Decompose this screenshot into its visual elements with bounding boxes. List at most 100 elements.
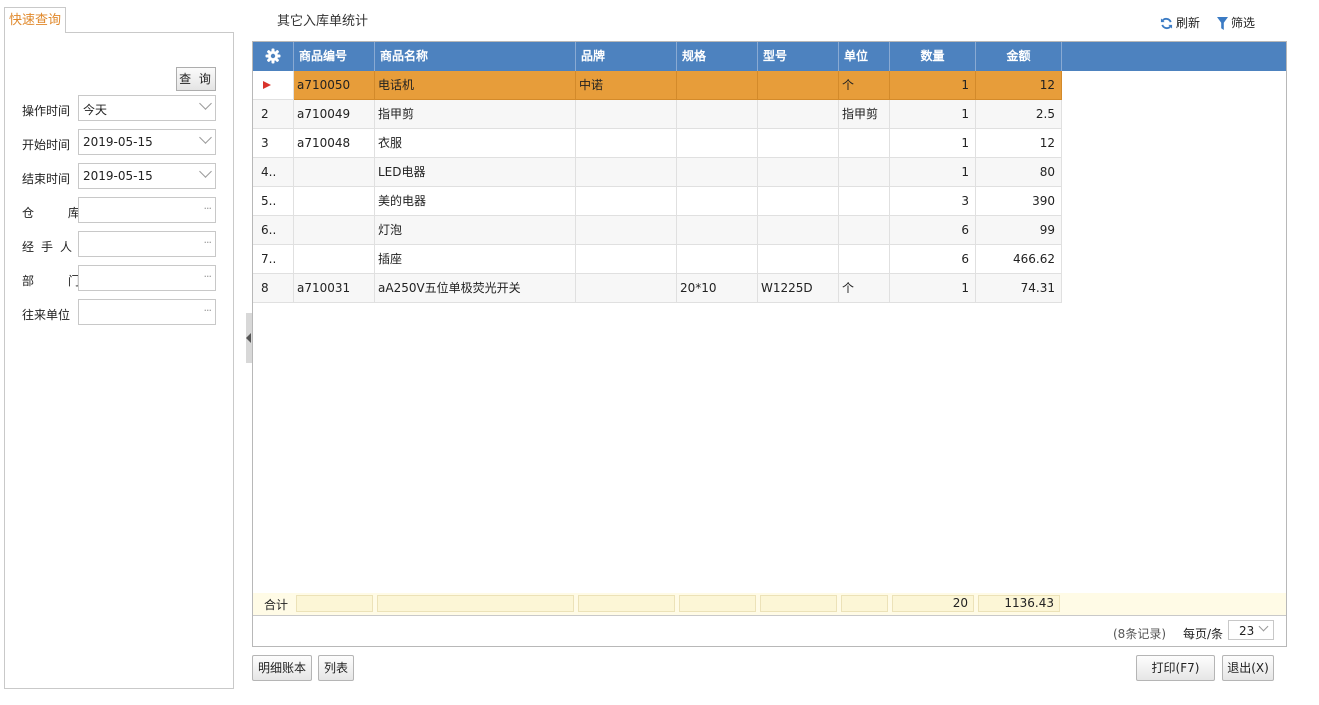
warehouse-picker[interactable]: ··· <box>78 197 216 223</box>
cell-idx[interactable]: 5.. <box>253 187 294 216</box>
table-row[interactable]: 6.. 灯泡 6 99 <box>253 216 1062 245</box>
cell-amount[interactable]: 74.31 <box>976 274 1062 303</box>
query-button[interactable]: 查 询 <box>176 67 216 91</box>
table-row[interactable]: 2 a710049 指甲剪 指甲剪 1 2.5 <box>253 100 1062 129</box>
cell-idx[interactable]: 3 <box>253 129 294 158</box>
operation-time-select[interactable]: 今天 <box>78 95 216 121</box>
ellipsis-icon[interactable]: ··· <box>204 270 212 283</box>
ellipsis-icon[interactable]: ··· <box>204 202 212 215</box>
cell-spec[interactable]: 20*10 <box>677 274 758 303</box>
cell-model[interactable] <box>758 245 839 274</box>
cell-amount[interactable]: 12 <box>976 71 1062 100</box>
table-row[interactable]: 8 a710031 aA250V五位单极荧光开关 20*10 W1225D 个 1 74.31 <box>253 274 1062 303</box>
column-header-unit[interactable]: 单位 <box>839 42 890 71</box>
handler-picker[interactable]: ··· <box>78 231 216 257</box>
cell-spec[interactable] <box>677 129 758 158</box>
cell-code[interactable]: a710050 <box>294 71 375 100</box>
cell-idx[interactable]: 4.. <box>253 158 294 187</box>
cell-idx[interactable]: 7.. <box>253 245 294 274</box>
cell-unit[interactable] <box>839 245 890 274</box>
cell-brand[interactable]: 中诺 <box>576 71 677 100</box>
cell-spec[interactable] <box>677 245 758 274</box>
cell-brand[interactable] <box>576 245 677 274</box>
cell-brand[interactable] <box>576 129 677 158</box>
column-header-spec[interactable]: 规格 <box>677 42 758 71</box>
start-date-input[interactable]: 2019-05-15 <box>78 129 216 155</box>
list-button[interactable]: 列表 <box>318 655 354 681</box>
cell-brand[interactable] <box>576 100 677 129</box>
cell-name[interactable]: 美的电器 <box>375 187 576 216</box>
cell-name[interactable]: aA250V五位单极荧光开关 <box>375 274 576 303</box>
cell-spec[interactable] <box>677 100 758 129</box>
cell-model[interactable] <box>758 129 839 158</box>
filter-button[interactable]: 筛选 <box>1217 14 1255 31</box>
column-settings-button[interactable] <box>253 42 294 71</box>
collapse-arrow-icon[interactable] <box>246 333 251 343</box>
table-row[interactable]: 3 a710048 衣服 1 12 <box>253 129 1062 158</box>
cell-qty[interactable]: 6 <box>890 216 976 245</box>
cell-brand[interactable] <box>576 187 677 216</box>
ellipsis-icon[interactable]: ··· <box>204 304 212 317</box>
cell-model[interactable] <box>758 71 839 100</box>
cell-model[interactable]: W1225D <box>758 274 839 303</box>
cell-amount[interactable]: 80 <box>976 158 1062 187</box>
cell-qty[interactable]: 1 <box>890 274 976 303</box>
cell-spec[interactable] <box>677 158 758 187</box>
column-header-amount[interactable]: 金额 <box>976 42 1062 71</box>
column-header-model[interactable]: 型号 <box>758 42 839 71</box>
cell-idx[interactable]: 8 <box>253 274 294 303</box>
table-row[interactable]: 5.. 美的电器 3 390 <box>253 187 1062 216</box>
per-page-select[interactable]: 23 <box>1228 620 1274 640</box>
cell-code[interactable]: a710031 <box>294 274 375 303</box>
cell-brand[interactable] <box>576 158 677 187</box>
end-date-input[interactable]: 2019-05-15 <box>78 163 216 189</box>
cell-name[interactable]: 指甲剪 <box>375 100 576 129</box>
column-header-code[interactable]: 商品编号 <box>294 42 375 71</box>
column-header-brand[interactable]: 品牌 <box>576 42 677 71</box>
column-header-qty[interactable]: 数量 <box>890 42 976 71</box>
tab-quick-query[interactable]: 快速查询 <box>4 7 66 33</box>
column-header-name[interactable]: 商品名称 <box>375 42 576 71</box>
cell-qty[interactable]: 1 <box>890 71 976 100</box>
cell-idx[interactable]: 2 <box>253 100 294 129</box>
cell-qty[interactable]: 1 <box>890 100 976 129</box>
ellipsis-icon[interactable]: ··· <box>204 236 212 249</box>
table-row[interactable]: a710050 电话机 中诺 个 1 12 <box>253 71 1062 100</box>
cell-unit[interactable]: 指甲剪 <box>839 100 890 129</box>
cell-qty[interactable]: 6 <box>890 245 976 274</box>
print-button[interactable]: 打印(F7) <box>1136 655 1215 681</box>
cell-unit[interactable]: 个 <box>839 71 890 100</box>
cell-code[interactable] <box>294 187 375 216</box>
cell-amount[interactable]: 390 <box>976 187 1062 216</box>
cell-code[interactable] <box>294 158 375 187</box>
cell-idx[interactable] <box>253 71 294 100</box>
cell-unit[interactable] <box>839 216 890 245</box>
cell-model[interactable] <box>758 158 839 187</box>
cell-spec[interactable] <box>677 71 758 100</box>
cell-code[interactable]: a710049 <box>294 100 375 129</box>
cell-amount[interactable]: 466.62 <box>976 245 1062 274</box>
cell-unit[interactable] <box>839 187 890 216</box>
cell-qty[interactable]: 1 <box>890 158 976 187</box>
table-row[interactable]: 7.. 插座 6 466.62 <box>253 245 1062 274</box>
cell-name[interactable]: LED电器 <box>375 158 576 187</box>
cell-model[interactable] <box>758 187 839 216</box>
cell-qty[interactable]: 3 <box>890 187 976 216</box>
cell-unit[interactable] <box>839 129 890 158</box>
cell-brand[interactable] <box>576 274 677 303</box>
department-picker[interactable]: ··· <box>78 265 216 291</box>
refresh-button[interactable]: 刷新 <box>1160 14 1200 31</box>
cell-amount[interactable]: 12 <box>976 129 1062 158</box>
cell-name[interactable]: 灯泡 <box>375 216 576 245</box>
partner-picker[interactable]: ··· <box>78 299 216 325</box>
cell-code[interactable]: a710048 <box>294 129 375 158</box>
cell-name[interactable]: 插座 <box>375 245 576 274</box>
cell-spec[interactable] <box>677 216 758 245</box>
table-row[interactable]: 4.. LED电器 1 80 <box>253 158 1062 187</box>
cell-unit[interactable] <box>839 158 890 187</box>
exit-button[interactable]: 退出(X) <box>1222 655 1274 681</box>
cell-name[interactable]: 电话机 <box>375 71 576 100</box>
cell-model[interactable] <box>758 100 839 129</box>
cell-code[interactable] <box>294 245 375 274</box>
cell-idx[interactable]: 6.. <box>253 216 294 245</box>
